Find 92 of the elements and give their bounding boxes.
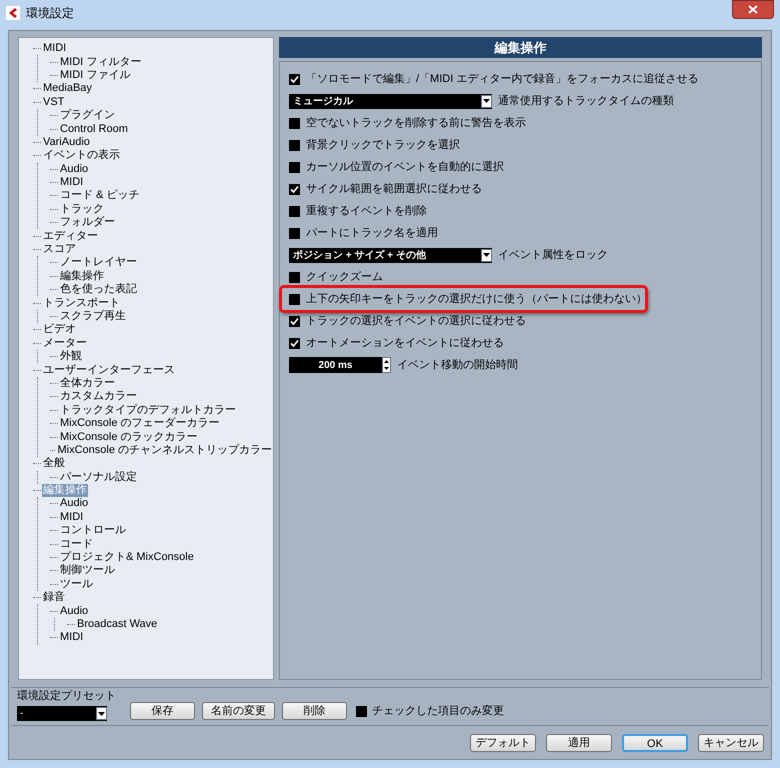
tree-item[interactable]: 制御ツール [59,564,116,578]
checkbox[interactable] [289,206,300,216]
tree-item[interactable]: ノートレイヤー [59,256,138,270]
tree-item[interactable]: Control Room [59,122,129,136]
setting-label: 背景クリックでトラックを選択 [306,138,460,153]
checkbox[interactable] [356,706,367,716]
stepper-icon[interactable] [382,357,391,373]
dropdown[interactable]: ポジション + サイズ + その他 [289,248,492,262]
setting-label: パートにトラック名を適用 [306,226,438,241]
setting-label: オートメーションをイベントに従わせる [306,336,504,351]
tree-item[interactable]: メーター [42,336,88,350]
checkbox[interactable] [289,272,300,282]
tree-item[interactable]: パーソナル設定 [59,470,138,484]
button[interactable]: キャンセル [698,734,764,752]
tree-item[interactable]: MIDI [59,510,84,524]
tree-item[interactable]: Audio [59,497,90,510]
checked-checkbox[interactable] [289,338,300,348]
tree-item[interactable]: トランスポート [42,296,121,310]
setting-label: クイックズーム [306,270,383,285]
tree-item[interactable]: Audio [59,162,90,176]
tree-item[interactable]: トラック [59,202,105,216]
setting-label: 通常使用するトラックタイムの種類 [498,94,674,109]
close-icon [748,5,758,14]
setting-label: 空でないトラックを削除する前に警告を表示 [306,116,526,131]
setting-label: トラックの選択をイベントの選択に従わせる [306,314,526,329]
checked-checkbox[interactable] [289,74,300,84]
tree-item[interactable]: Broadcast Wave [76,618,158,631]
setting-label: カーソル位置のイベントを自動的に選択 [306,160,504,175]
tree-item[interactable]: 色を使った表記 [59,283,138,296]
setting-label: 重複するイベントを削除 [306,204,427,219]
tree-item[interactable]: 外観 [59,350,83,364]
tree-item[interactable]: エディター [42,230,99,243]
caret-icon [96,707,107,720]
setting-label: イベント移動の開始時間 [397,358,518,373]
checked-checkbox[interactable] [289,316,300,326]
preset-label: 環境設定プリセット [17,688,116,704]
close-button[interactable] [732,0,774,19]
window-title: 環境設定 [26,5,74,22]
setting-label: 上下の矢印キーをトラックの選択だけに使う（パートには使わない） [306,292,647,307]
tree-item[interactable]: VariAudio [42,136,91,149]
tree-item[interactable]: 全般 [42,457,66,470]
checkbox[interactable] [289,140,300,150]
tree-item[interactable]: スクラブ再生 [59,310,127,323]
dropdown[interactable]: ミュージカル [289,94,492,108]
tree-item[interactable]: MIDI [42,42,68,56]
tree-item[interactable]: ユーザーインターフェース [42,364,176,377]
tree-item[interactable]: コード [59,538,94,551]
tree-item[interactable]: 編集操作 [59,270,105,283]
caret-icon [481,94,492,108]
checked-checkbox[interactable] [289,184,300,194]
tree-item[interactable]: スコア [42,243,77,256]
tree-item[interactable]: フォルダー [59,216,116,230]
tree-item[interactable]: ビデオ [42,323,77,336]
tree-item[interactable]: ツール [59,578,94,591]
tree-item[interactable]: Audio [59,604,90,618]
app-logo-icon [6,6,20,20]
tree-item[interactable]: MIDI フィルター [59,56,142,69]
checkbox[interactable] [289,294,300,304]
tree-item[interactable]: MixConsole のチャンネルストリップカラー [56,444,273,457]
panel-header: 編集操作 [279,37,762,58]
checkbox-label: チェックした項目のみ変更 [372,704,504,719]
tree-item[interactable]: カスタムカラー [59,390,138,404]
tree-item[interactable]: プロジェクト& MixConsole [59,551,195,564]
tree-item[interactable]: VST [42,96,66,109]
tree-item[interactable]: MixConsole のラックカラー [59,430,199,444]
tree-item[interactable]: MixConsole のフェーダーカラー [59,417,221,430]
button[interactable]: 名前の変更 [202,702,275,720]
tree-item[interactable]: MIDI [59,631,84,644]
button[interactable]: 保存 [130,702,195,720]
checkbox[interactable] [289,118,300,128]
checkbox[interactable] [289,162,300,172]
tree-item[interactable]: MIDI ファイル [59,68,132,82]
button[interactable]: OK [622,734,688,752]
tree-item[interactable]: イベントの表示 [42,149,121,162]
preset-dropdown[interactable]: - [17,706,107,721]
tree-item[interactable]: コントロール [59,524,127,538]
tree-item[interactable]: 録音 [42,591,66,604]
setting-label: サイクル範囲を範囲選択に従わせる [306,182,482,197]
button[interactable]: デフォルト [470,734,536,752]
tree-item[interactable]: MIDI [59,176,84,190]
tree-item[interactable]: トラックタイプのデフォルトカラー [59,404,237,417]
setting-label: 「ソロモードで編集」/「MIDI エディター内で録音」をフォーカスに追従させる [306,72,698,87]
setting-label: イベント属性をロック [498,248,608,263]
tree-item[interactable]: プラグイン [59,109,116,122]
button[interactable]: 削除 [282,702,347,720]
tree-item[interactable]: MediaBay [42,82,93,96]
tree-item[interactable]: 全体カラー [59,376,116,390]
checkbox[interactable] [289,228,300,238]
caret-icon [481,248,492,262]
spinner-field[interactable]: 200 ms [289,357,391,373]
tree-item[interactable]: コード & ピッチ [59,189,140,202]
button[interactable]: 適用 [546,734,612,752]
